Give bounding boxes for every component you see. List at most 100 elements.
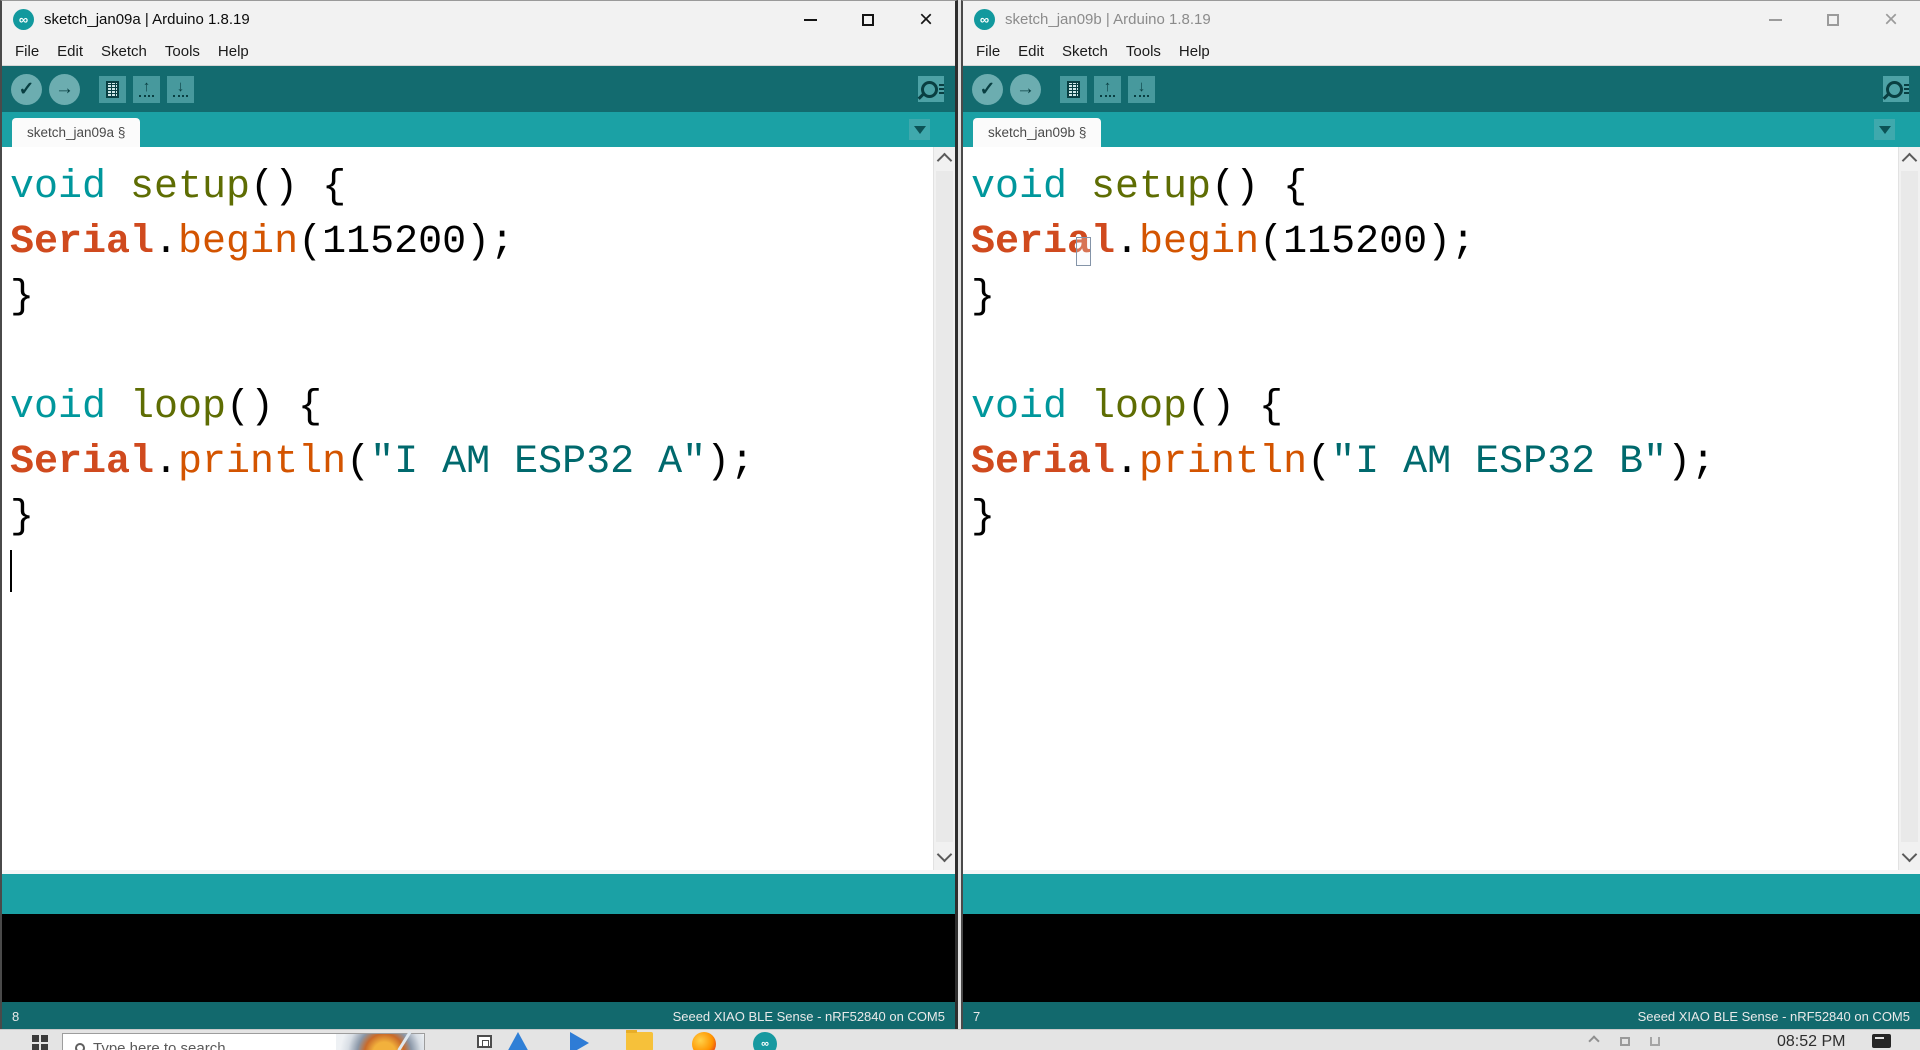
titlebar[interactable]: ∞ sketch_jan09a | Arduino 1.8.19 × [2, 1, 955, 38]
file-explorer-icon[interactable] [626, 1030, 653, 1050]
down-arrow-icon: ↓ [1137, 78, 1146, 95]
line-status-bar: 8 Seeed XIAO BLE Sense - nRF52840 on COM… [2, 1002, 955, 1030]
save-button[interactable]: ↓ [1128, 75, 1155, 103]
close-button[interactable]: × [897, 1, 955, 38]
menu-item-tools[interactable]: Tools [156, 43, 209, 60]
new-sketch-button[interactable] [1060, 75, 1087, 103]
code-line: } [971, 275, 996, 320]
tray-icon[interactable] [1620, 1037, 1630, 1046]
menu-item-help[interactable]: Help [1170, 43, 1219, 60]
code-line: Serial.println("I AM ESP32 B"); [971, 440, 1716, 485]
up-arrow-icon: ↑ [1103, 78, 1112, 95]
start-button[interactable] [32, 1035, 48, 1050]
save-button[interactable]: ↓ [167, 75, 194, 103]
magnifier-icon [1886, 80, 1909, 98]
upload-button[interactable]: → [49, 73, 80, 105]
task-view-button[interactable] [477, 1035, 492, 1048]
status-bar [963, 870, 1920, 914]
open-button[interactable]: ↑ [133, 75, 160, 103]
document-icon [1067, 80, 1080, 98]
windows-taskbar: Type here to search ∞ 08:52 PM [0, 1029, 1920, 1050]
blue-app-icon[interactable] [506, 1032, 530, 1050]
up-arrow-icon: ↑ [142, 78, 151, 95]
sketch-tab-label: sketch_jan09b § [988, 125, 1087, 140]
taskbar-search-input[interactable]: Type here to search [62, 1033, 425, 1050]
magnifier-icon [921, 80, 944, 98]
toolbar: ✓ → ↑ ↓ [963, 66, 1920, 112]
verify-button[interactable]: ✓ [11, 73, 42, 105]
close-button[interactable]: × [1862, 1, 1920, 38]
code-line: void setup() { [971, 165, 1308, 210]
window-controls: × [781, 1, 955, 38]
menu-item-sketch[interactable]: Sketch [92, 43, 156, 60]
sketch-tab[interactable]: sketch_jan09a § [12, 118, 141, 147]
arduino-logo-icon: ∞ [13, 9, 34, 30]
text-caret [10, 550, 12, 593]
down-arrow-icon: ↓ [176, 78, 185, 95]
open-button[interactable]: ↑ [1094, 75, 1121, 103]
menu-item-sketch[interactable]: Sketch [1053, 43, 1117, 60]
code-text: void setup() {Serial.begin(115200);} void… [10, 160, 931, 600]
scroll-down-arrow-icon[interactable] [1901, 846, 1918, 863]
menu-item-edit[interactable]: Edit [48, 43, 92, 60]
menubar: File Edit Sketch Tools Help [963, 38, 1920, 66]
current-line-number: 7 [973, 1008, 981, 1024]
arduino-taskbar-icon[interactable]: ∞ [753, 1032, 777, 1050]
titlebar[interactable]: ∞ sketch_jan09b | Arduino 1.8.19 × [963, 1, 1920, 38]
tab-bar: sketch_jan09b § [963, 112, 1920, 147]
maximize-button[interactable] [1804, 1, 1862, 38]
editor-scrollbar[interactable] [1898, 147, 1920, 870]
code-text: void setup() { Serial.begin(115200);} void… [971, 160, 1896, 545]
serial-monitor-button[interactable] [1883, 76, 1909, 102]
upload-button[interactable]: → [1010, 73, 1041, 105]
arduino-logo-icon: ∞ [974, 9, 995, 30]
menubar: File Edit Sketch Tools Help [2, 38, 955, 66]
toolbar: ✓ → ↑ ↓ [2, 66, 955, 112]
board-port-status: Seeed XIAO BLE Sense - nRF52840 on COM5 [1637, 1008, 1910, 1024]
board-port-status: Seeed XIAO BLE Sense - nRF52840 on COM5 [672, 1008, 945, 1024]
tab-list-dropdown-button[interactable] [1874, 119, 1895, 140]
tray-expand-icon[interactable] [1588, 1035, 1600, 1047]
media-player-icon[interactable] [570, 1032, 589, 1050]
minimize-button[interactable] [1746, 1, 1804, 38]
menu-item-tools[interactable]: Tools [1117, 43, 1170, 60]
mouse-ibeam-cursor [1076, 237, 1091, 266]
tab-list-dropdown-button[interactable] [909, 119, 930, 140]
code-line: void loop() { [971, 385, 1284, 430]
menu-item-edit[interactable]: Edit [1009, 43, 1053, 60]
window-title: sketch_jan09b | Arduino 1.8.19 [1005, 11, 1211, 28]
code-line: } [10, 495, 35, 540]
scrollbar-thumb[interactable] [1901, 171, 1918, 842]
scroll-up-arrow-icon[interactable] [936, 152, 953, 169]
line-status-bar: 7 Seeed XIAO BLE Sense - nRF52840 on COM… [963, 1002, 1920, 1030]
minimize-button[interactable] [781, 1, 839, 38]
chevron-down-icon [913, 125, 926, 134]
search-icon [75, 1043, 85, 1050]
current-line-number: 8 [12, 1008, 20, 1024]
console-output [2, 914, 955, 1002]
code-editor[interactable]: void setup() { Serial.begin(115200);} void… [963, 147, 1920, 870]
tray-icon[interactable] [1650, 1037, 1660, 1046]
scroll-down-arrow-icon[interactable] [936, 846, 953, 863]
window-title: sketch_jan09a | Arduino 1.8.19 [44, 11, 250, 28]
firefox-icon[interactable] [692, 1032, 716, 1050]
sketch-tab[interactable]: sketch_jan09b § [973, 118, 1102, 147]
code-line: Serial.begin(115200); [971, 220, 1476, 265]
scrollbar-thumb[interactable] [936, 171, 953, 842]
tab-bar: sketch_jan09a § [2, 112, 955, 147]
document-icon [106, 80, 119, 98]
maximize-button[interactable] [839, 1, 897, 38]
code-editor[interactable]: void setup() {Serial.begin(115200);} void… [2, 147, 955, 870]
scroll-up-arrow-icon[interactable] [1901, 152, 1918, 169]
editor-scrollbar[interactable] [933, 147, 955, 870]
taskbar-clock[interactable]: 08:52 PM [1777, 1033, 1845, 1050]
verify-button[interactable]: ✓ [972, 73, 1003, 105]
notification-center-icon[interactable] [1872, 1034, 1891, 1048]
menu-item-help[interactable]: Help [209, 43, 258, 60]
menu-item-file[interactable]: File [6, 43, 48, 60]
new-sketch-button[interactable] [99, 75, 126, 103]
code-line: } [10, 275, 35, 320]
menu-item-file[interactable]: File [967, 43, 1009, 60]
serial-monitor-button[interactable] [918, 76, 944, 102]
